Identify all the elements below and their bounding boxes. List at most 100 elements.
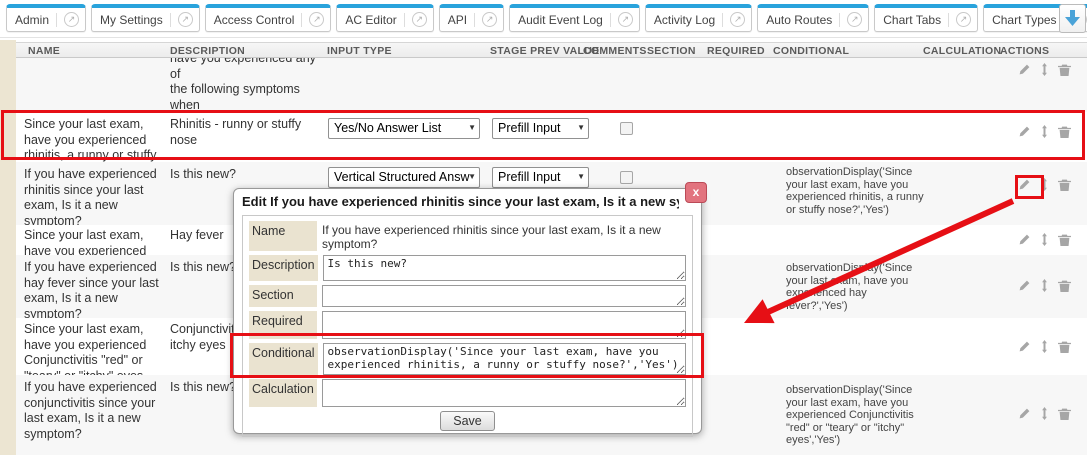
input-type-select[interactable]: Yes/No Answer List ▼ (328, 118, 480, 139)
form-row-conditional: Conditional observationDisplay('Since yo… (249, 343, 686, 375)
delete-icon[interactable] (1058, 63, 1071, 76)
form-row-description: Description Is this new? (249, 255, 686, 281)
divider (722, 13, 723, 27)
tab-chart-tabs[interactable]: Chart Tabs ↗ (874, 4, 978, 32)
delete-icon[interactable] (1058, 279, 1071, 292)
tab-auto-routes[interactable]: Auto Routes ↗ (757, 4, 869, 32)
conditional-cell: observationDisplay('Since your last exam… (786, 166, 924, 216)
tab-ac-editor[interactable]: AC Editor ↗ (336, 4, 433, 32)
comments-checkbox[interactable] (620, 171, 633, 184)
tab-access-control[interactable]: Access Control ↗ (205, 4, 332, 32)
form-row-calculation: Calculation (249, 379, 686, 407)
delete-icon[interactable] (1058, 407, 1071, 420)
stage-prev-value-select[interactable]: Prefill Input ▼ (492, 167, 589, 188)
popout-icon[interactable]: ↗ (730, 12, 745, 27)
form-row-required: Required (249, 311, 686, 339)
tab-label: Auto Routes (766, 13, 832, 27)
tab-label: Access Control (214, 13, 295, 27)
name-cell: If you have experienced rhinitis since y… (24, 167, 166, 225)
tab-audit-event-log[interactable]: Audit Event Log ↗ (509, 4, 640, 32)
row-actions (1018, 233, 1071, 246)
form-row-name: Name If you have experienced rhinitis si… (249, 221, 686, 251)
column-header-description[interactable]: DESCRIPTION (170, 45, 245, 57)
tab-label: Chart Types (992, 13, 1056, 27)
description-cell: Rhinitis - runny or stuffy nose (170, 117, 322, 148)
column-header-calculation[interactable]: CALCULATION (923, 45, 1001, 57)
edit-icon[interactable] (1018, 233, 1031, 246)
move-updown-icon[interactable] (1038, 340, 1051, 353)
move-updown-icon[interactable] (1038, 178, 1051, 191)
section-textarea[interactable] (322, 285, 686, 307)
edit-icon[interactable] (1018, 63, 1031, 76)
popout-icon[interactable]: ↗ (482, 12, 497, 27)
form-row-section: Section (249, 285, 686, 307)
move-updown-icon[interactable] (1038, 63, 1051, 76)
row-actions (1018, 63, 1071, 76)
move-updown-icon[interactable] (1038, 233, 1051, 246)
description-cell: have you experienced any of the followin… (170, 58, 322, 112)
column-header-section[interactable]: SECTION (647, 45, 696, 57)
description-cell: Is this new? (170, 167, 322, 183)
description-textarea[interactable]: Is this new? (323, 255, 686, 281)
move-updown-icon[interactable] (1038, 125, 1051, 138)
chevron-down-icon: ▼ (577, 172, 585, 181)
popout-icon[interactable]: ↗ (956, 12, 971, 27)
chevron-down-icon: ▼ (468, 172, 476, 181)
popout-icon[interactable]: ↗ (64, 12, 79, 27)
popout-icon[interactable]: ↗ (618, 12, 633, 27)
popout-icon[interactable]: ↗ (178, 12, 193, 27)
chevron-down-icon: ▼ (468, 123, 476, 132)
delete-icon[interactable] (1058, 125, 1071, 138)
column-header-conditional[interactable]: CONDITIONAL (773, 45, 849, 57)
close-button[interactable]: x (685, 182, 707, 203)
tab-bar: Admin ↗ My Settings ↗ Access Control ↗ A… (0, 0, 1087, 38)
tab-label: Audit Event Log (518, 13, 603, 27)
tab-api[interactable]: API ↗ (439, 4, 504, 32)
edit-icon[interactable] (1018, 407, 1031, 420)
save-button[interactable]: Save (440, 411, 495, 431)
column-header-input-type[interactable]: INPUT TYPE (327, 45, 392, 57)
column-header-required[interactable]: REQUIRED (707, 45, 765, 57)
required-label: Required (249, 311, 317, 339)
conditional-textarea[interactable]: observationDisplay('Since your last exam… (323, 343, 686, 375)
edit-icon[interactable] (1018, 178, 1031, 191)
stage-prev-value-select[interactable]: Prefill Input ▼ (492, 118, 589, 139)
delete-icon[interactable] (1058, 178, 1071, 191)
conditional-label: Conditional (249, 343, 318, 375)
table-row: have you experienced any of the followin… (16, 58, 1087, 112)
edit-icon[interactable] (1018, 125, 1031, 138)
comments-checkbox[interactable] (620, 122, 633, 135)
name-value: If you have experienced rhinitis since y… (322, 221, 686, 251)
table-row: Since your last exam, have you experienc… (16, 112, 1087, 162)
tab-admin[interactable]: Admin ↗ (6, 4, 86, 32)
app-window: Admin ↗ My Settings ↗ Access Control ↗ A… (0, 0, 1087, 455)
column-header-name[interactable]: NAME (28, 45, 60, 57)
conditional-cell: observationDisplay('Since your last exam… (786, 262, 924, 312)
name-cell: If you have experienced conjunctivitis s… (24, 380, 166, 442)
calculation-textarea[interactable] (322, 379, 686, 407)
popout-icon[interactable]: ↗ (847, 12, 862, 27)
column-header-comments[interactable]: COMMENTS (583, 45, 647, 57)
move-updown-icon[interactable] (1038, 279, 1051, 292)
divider (839, 13, 840, 27)
tab-my-settings[interactable]: My Settings ↗ (91, 4, 200, 32)
delete-icon[interactable] (1058, 233, 1071, 246)
required-textarea[interactable] (322, 311, 686, 339)
divider (56, 13, 57, 27)
edit-icon[interactable] (1018, 340, 1031, 353)
tab-label: Chart Tabs (883, 13, 941, 27)
move-updown-icon[interactable] (1038, 407, 1051, 420)
popout-icon[interactable]: ↗ (309, 12, 324, 27)
conditional-cell: observationDisplay('Since your last exam… (786, 384, 924, 447)
edit-icon[interactable] (1018, 279, 1031, 292)
input-type-select[interactable]: Vertical Structured Answ ▼ (328, 167, 480, 188)
tab-activity-log[interactable]: Activity Log ↗ (645, 4, 752, 32)
tab-label: Activity Log (654, 13, 715, 27)
divider (170, 13, 171, 27)
column-header-actions[interactable]: ACTIONS (1000, 45, 1049, 57)
tab-overflow-button[interactable] (1059, 4, 1086, 33)
delete-icon[interactable] (1058, 340, 1071, 353)
popout-icon[interactable]: ↗ (412, 12, 427, 27)
section-label: Section (249, 285, 317, 307)
divider (474, 13, 475, 27)
